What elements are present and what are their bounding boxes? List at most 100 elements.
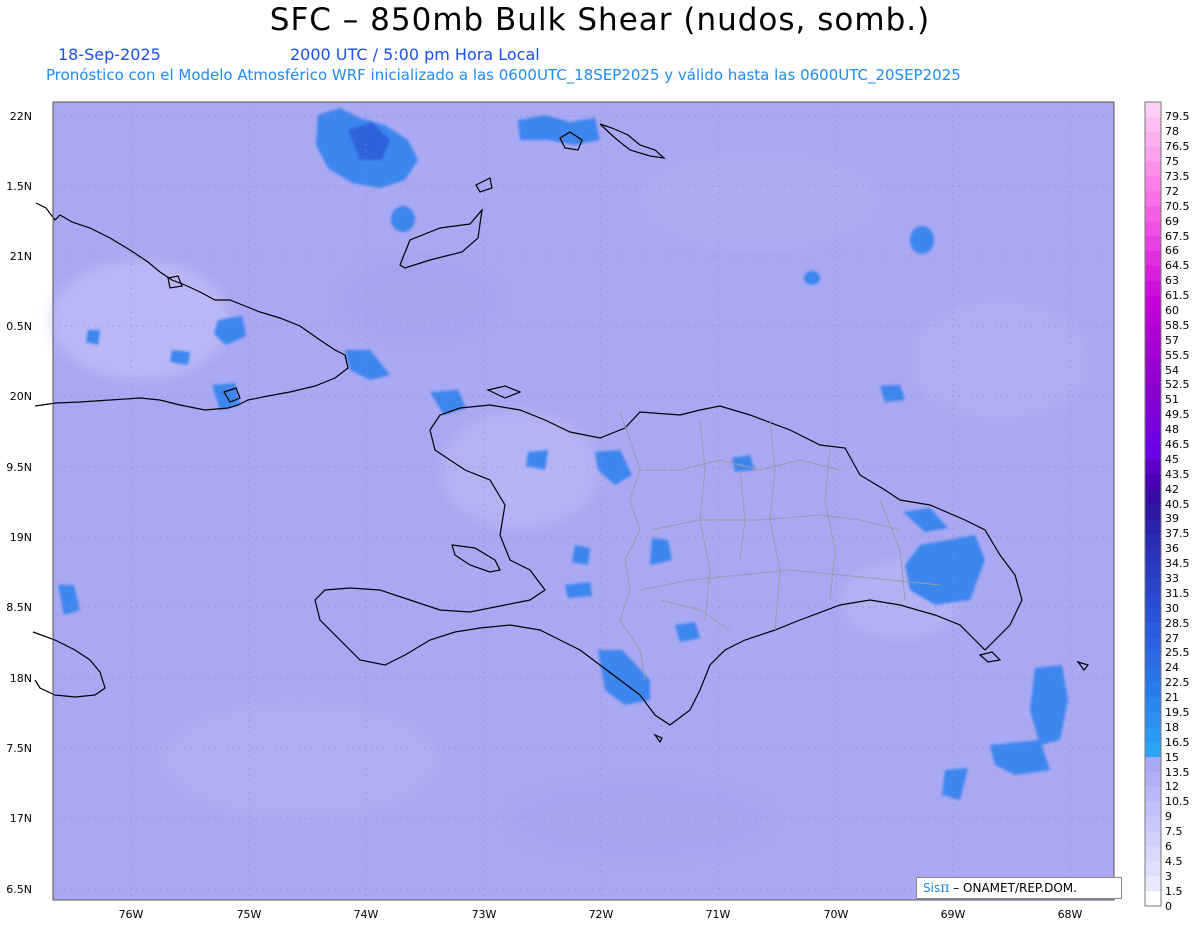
- credit-sis: Sis: [923, 881, 941, 895]
- credit-org: – ONAMET/REP.DOM.: [953, 881, 1077, 895]
- colorbar-label: 6: [1165, 839, 1172, 853]
- colorbar-swatch: [1145, 667, 1161, 683]
- colorbar-label: 72: [1165, 184, 1179, 198]
- colorbar-label: 0: [1165, 899, 1172, 913]
- colorbar-swatch: [1145, 861, 1161, 877]
- colorbar-label: 46.5: [1165, 437, 1190, 451]
- colorbar-swatch: [1145, 221, 1161, 237]
- colorbar-swatch: [1145, 116, 1161, 133]
- colorbar-swatch: [1145, 593, 1161, 609]
- colorbar-label: 51: [1165, 393, 1179, 407]
- colorbar-label: 67.5: [1165, 229, 1190, 243]
- colorbar-label: 79.5: [1165, 110, 1190, 124]
- colorbar-swatch: [1145, 191, 1161, 207]
- colorbar-label: 66: [1165, 244, 1179, 258]
- colorbar-swatch: [1145, 548, 1161, 564]
- colorbar-label: 30: [1165, 601, 1179, 615]
- lat-label-17-5n: 7.5N: [6, 742, 32, 755]
- colorbar-swatch: [1145, 772, 1161, 788]
- colorbar-swatch: [1145, 131, 1161, 147]
- colorbar-swatch: [1145, 444, 1161, 460]
- colorbar-swatch: [1145, 623, 1161, 639]
- colorbar: [1144, 101, 1162, 907]
- colorbar-swatch: [1145, 504, 1161, 520]
- colorbar-label: 52.5: [1165, 378, 1190, 392]
- colorbar-swatch: [1145, 876, 1161, 892]
- colorbar-swatch: [1145, 518, 1161, 535]
- colorbar-swatch: [1145, 742, 1161, 758]
- colorbar-swatch: [1145, 102, 1161, 118]
- colorbar-label: 49.5: [1165, 408, 1190, 422]
- colorbar-label: 64.5: [1165, 259, 1190, 273]
- colorbar-swatch: [1145, 459, 1161, 475]
- colorbar-label: 70.5: [1165, 199, 1190, 213]
- colorbar-label: 48: [1165, 423, 1179, 437]
- colorbar-label: 25.5: [1165, 646, 1190, 660]
- colorbar-swatch: [1145, 399, 1161, 415]
- credit-pi: π: [940, 880, 950, 896]
- colorbar-swatch: [1145, 801, 1161, 817]
- colorbar-swatch: [1145, 295, 1161, 311]
- colorbar-label: 78: [1165, 125, 1179, 139]
- colorbar-label: 42: [1165, 482, 1179, 496]
- colorbar-swatch: [1145, 340, 1161, 356]
- colorbar-swatch: [1145, 757, 1161, 773]
- lat-label-19-5n: 9.5N: [6, 461, 32, 474]
- colorbar-swatch: [1145, 727, 1161, 743]
- colorbar-swatch: [1145, 429, 1161, 445]
- lon-label-74w: 74W: [353, 908, 379, 921]
- colorbar-swatch: [1145, 697, 1161, 713]
- colorbar-swatch: [1145, 638, 1161, 654]
- colorbar-label: 43.5: [1165, 467, 1190, 481]
- lon-label-70w: 70W: [823, 908, 849, 921]
- colorbar-swatch: [1145, 786, 1161, 803]
- lat-label-18-5n: 8.5N: [6, 601, 32, 614]
- colorbar-swatch: [1145, 355, 1161, 371]
- colorbar-swatch: [1145, 712, 1161, 728]
- colorbar-label: 37.5: [1165, 527, 1190, 541]
- colorbar-label: 12: [1165, 780, 1179, 794]
- colorbar-label: 31.5: [1165, 586, 1190, 600]
- lat-label-20-5n: 0.5N: [6, 320, 32, 333]
- colorbar-swatch: [1145, 533, 1161, 549]
- colorbar-swatch: [1145, 265, 1161, 281]
- lat-label-20n: 20N: [9, 390, 32, 403]
- colorbar-label: 45: [1165, 452, 1179, 466]
- colorbar-label: 9: [1165, 810, 1172, 824]
- colorbar-label: 54: [1165, 363, 1179, 377]
- colorbar-label: 7.5: [1165, 825, 1183, 839]
- lat-label-21-5n: 1.5N: [6, 180, 32, 193]
- colorbar-label: 22.5: [1165, 676, 1190, 690]
- colorbar-swatch: [1145, 236, 1161, 252]
- colorbar-swatch: [1145, 161, 1161, 177]
- colorbar-label: 57: [1165, 333, 1179, 347]
- colorbar-label: 27: [1165, 631, 1179, 645]
- colorbar-swatch: [1145, 831, 1161, 847]
- colorbar-swatch: [1145, 370, 1161, 386]
- colorbar-swatch: [1145, 891, 1161, 907]
- colorbar-swatch: [1145, 146, 1161, 162]
- lat-label-21n: 21N: [9, 250, 32, 263]
- colorbar-label: 39: [1165, 512, 1179, 526]
- colorbar-swatch: [1145, 816, 1161, 832]
- colorbar-swatch: [1145, 652, 1161, 669]
- colorbar-swatch: [1145, 280, 1161, 296]
- colorbar-swatch: [1145, 489, 1161, 505]
- colorbar-label: 69: [1165, 214, 1179, 228]
- colorbar-label: 16.5: [1165, 735, 1190, 749]
- colorbar-label: 55.5: [1165, 348, 1190, 362]
- colorbar-swatch: [1145, 206, 1161, 222]
- lon-label-71w: 71W: [705, 908, 731, 921]
- colorbar-label: 19.5: [1165, 705, 1190, 719]
- colorbar-swatch: [1145, 250, 1161, 267]
- colorbar-label: 61.5: [1165, 289, 1190, 303]
- colorbar-label: 60: [1165, 303, 1179, 317]
- lon-label-72w: 72W: [588, 908, 614, 921]
- colorbar-swatch: [1145, 176, 1161, 192]
- colorbar-label: 76.5: [1165, 140, 1190, 154]
- lon-label-75w: 75W: [236, 908, 262, 921]
- colorbar-label: 10.5: [1165, 795, 1190, 809]
- colorbar-swatch: [1145, 325, 1161, 341]
- colorbar-swatch: [1145, 474, 1161, 490]
- colorbar-label: 13.5: [1165, 765, 1190, 779]
